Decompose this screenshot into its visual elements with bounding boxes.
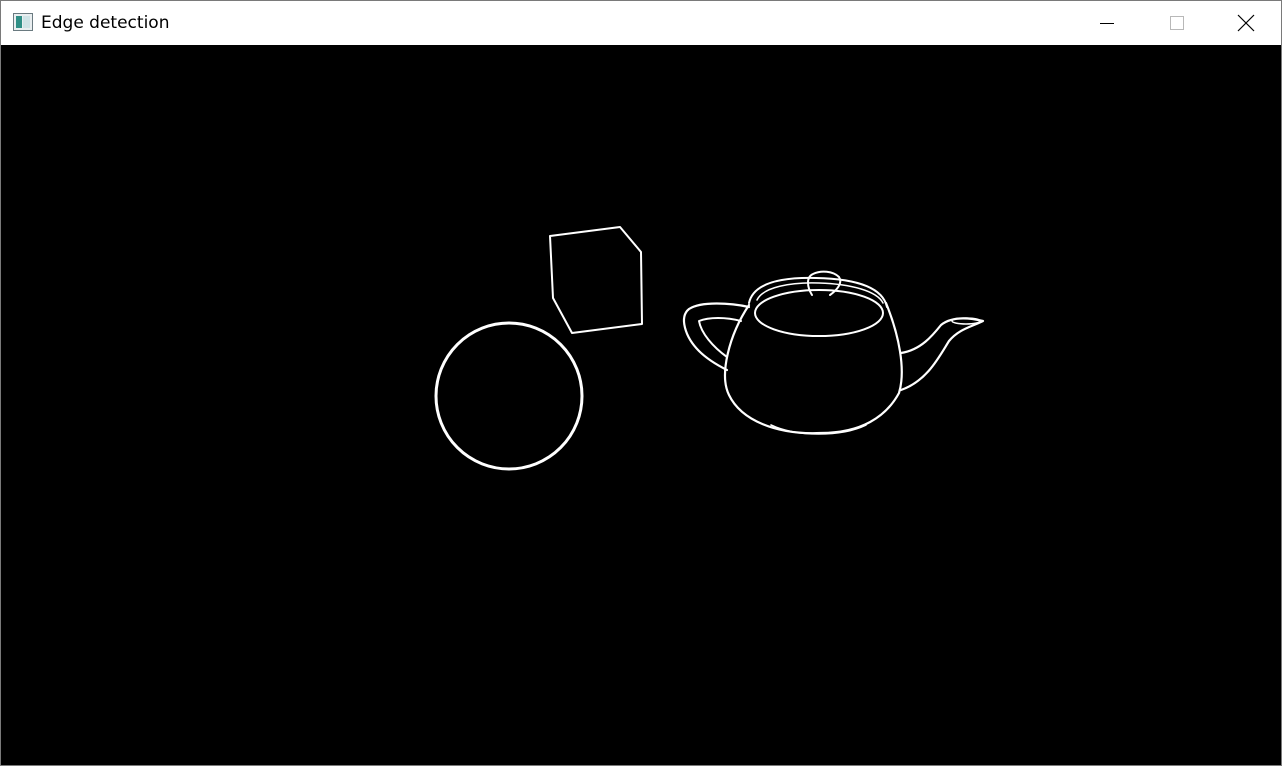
window-title: Edge detection [41, 13, 170, 33]
render-viewport[interactable] [1, 45, 1281, 765]
maximize-icon [1170, 16, 1184, 30]
minimize-icon [1100, 23, 1114, 24]
close-button[interactable] [1211, 1, 1281, 45]
edge-render [434, 226, 985, 471]
cube-edge [549, 226, 643, 334]
close-icon [1237, 14, 1255, 32]
teapot-edge [682, 270, 985, 435]
app-window: Edge detection [0, 0, 1282, 766]
sphere-edge [434, 321, 584, 471]
app-icon [13, 13, 33, 31]
maximize-button[interactable] [1142, 1, 1212, 45]
title-bar[interactable]: Edge detection [1, 1, 1281, 45]
minimize-button[interactable] [1072, 1, 1142, 45]
